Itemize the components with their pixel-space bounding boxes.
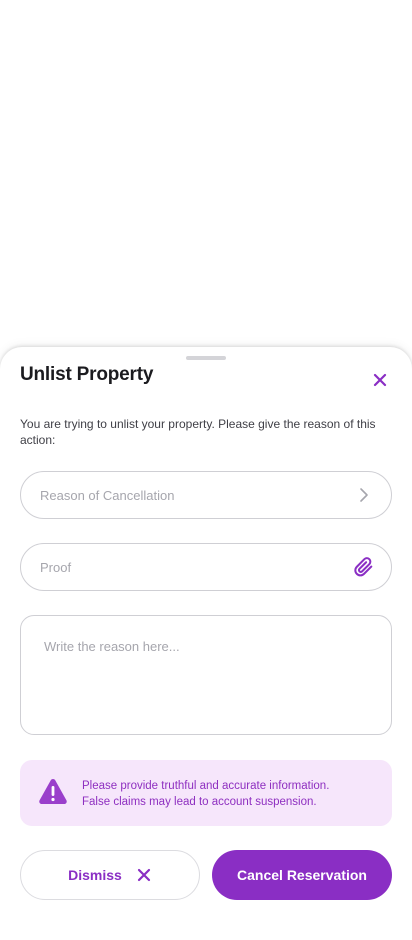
reason-placeholder: Reason of Cancellation: [40, 487, 175, 503]
reason-select[interactable]: Reason of Cancellation: [20, 471, 392, 519]
cancel-reservation-label: Cancel Reservation: [237, 867, 367, 883]
dismiss-button[interactable]: Dismiss: [20, 850, 200, 900]
dismiss-label: Dismiss: [68, 867, 122, 883]
drag-handle[interactable]: [186, 356, 226, 360]
close-button[interactable]: [368, 368, 392, 392]
chevron-right-icon: [353, 484, 375, 506]
unlist-property-sheet: Unlist Property You are trying to unlist…: [0, 347, 412, 940]
proof-upload-field[interactable]: Proof: [20, 543, 392, 591]
warning-triangle-icon: [39, 779, 67, 804]
warning-line-2: False claims may lead to account suspens…: [82, 796, 317, 808]
paperclip-icon[interactable]: [353, 556, 375, 578]
details-placeholder: Write the reason here...: [44, 639, 180, 654]
reason-details-textarea[interactable]: Write the reason here...: [20, 615, 392, 735]
backdrop[interactable]: [0, 0, 412, 350]
sheet-title: Unlist Property: [20, 364, 154, 385]
sheet-description: You are trying to unlist your property. …: [20, 417, 376, 447]
warning-line-1: Please provide truthful and accurate inf…: [82, 780, 330, 792]
close-icon: [136, 867, 152, 883]
warning-text: Please provide truthful and accurate inf…: [82, 778, 372, 810]
close-icon: [373, 373, 387, 387]
proof-placeholder: Proof: [40, 559, 72, 575]
warning-banner: Please provide truthful and accurate inf…: [20, 760, 392, 826]
cancel-reservation-button[interactable]: Cancel Reservation: [212, 850, 392, 900]
